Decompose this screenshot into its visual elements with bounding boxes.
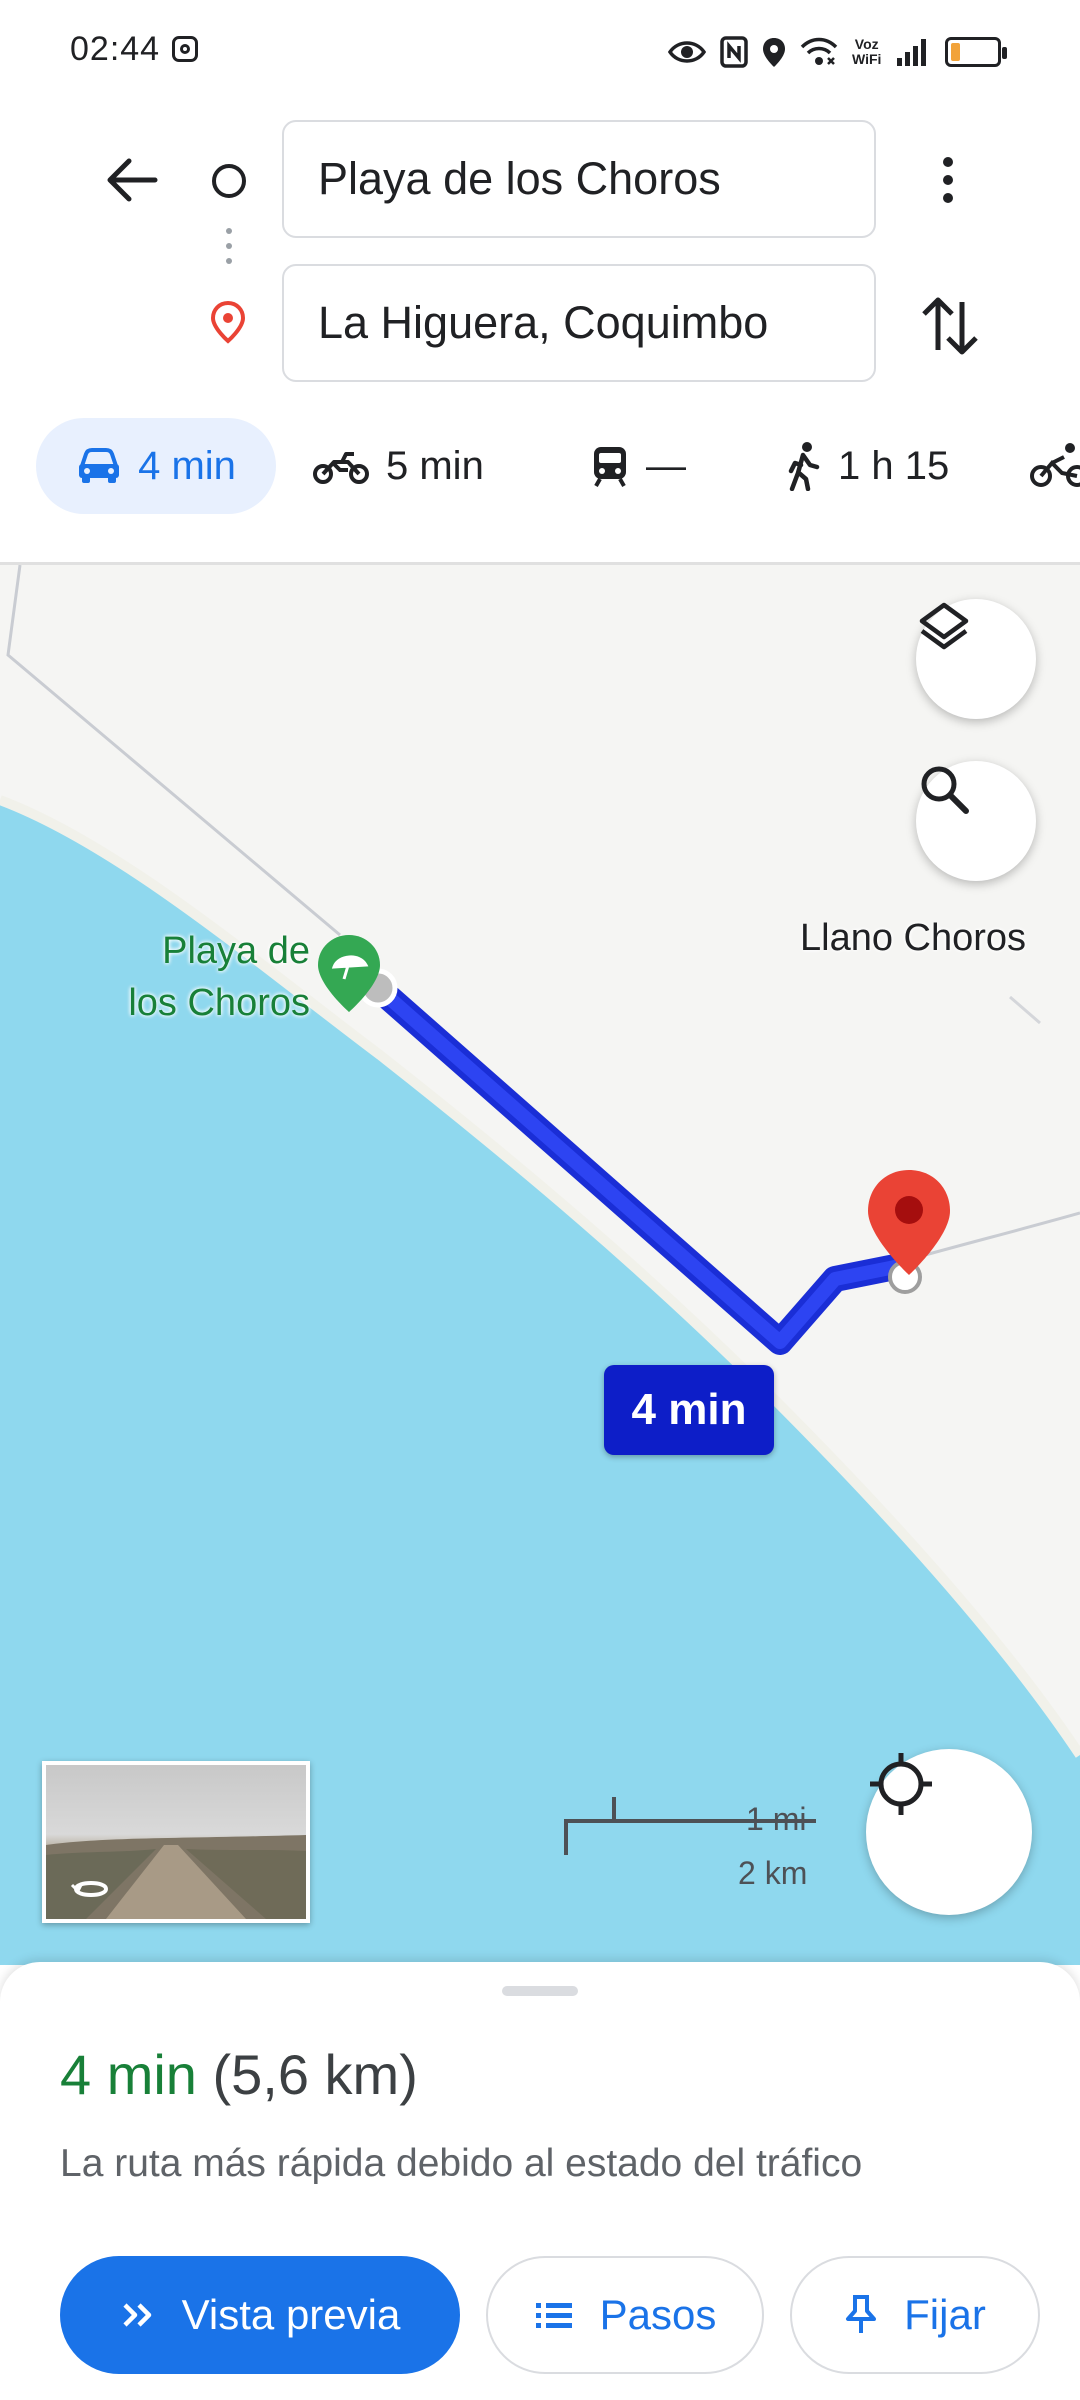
tab-driving-label: 4 min — [138, 443, 236, 488]
car-icon — [79, 448, 120, 483]
travel-mode-tabs: 4 min 5 min — 1 h 15 — [0, 412, 1080, 528]
layers-icon — [919, 602, 969, 650]
place-label-llano-choros[interactable]: Llano Choros — [800, 917, 1026, 960]
instagram-icon — [172, 36, 198, 62]
scale-km-text: 2 km — [738, 1855, 808, 1891]
status-icons: Voz WiFi — [668, 28, 1008, 76]
destination-input[interactable]: La Higuera, Coquimbo — [282, 264, 876, 382]
pushpin-icon — [846, 2295, 877, 2333]
preview-button[interactable]: Vista previa — [60, 2256, 460, 2374]
bottom-sheet: 4 min (5,6 km) La ruta más rápida debido… — [0, 1962, 1080, 2400]
route-duration: 4 min — [60, 2043, 197, 2106]
wifi-label: WiFi — [852, 51, 882, 67]
route-note: La ruta más rápida debido al estado del … — [60, 2142, 863, 2185]
street-view-thumbnail[interactable] — [42, 1761, 310, 1923]
swap-button[interactable] — [916, 290, 984, 362]
preview-button-label: Vista previa — [181, 2291, 401, 2338]
route-time-badge[interactable]: 4 min — [604, 1365, 774, 1455]
street-view-image — [46, 1835, 306, 1919]
tab-walking-label: 1 h 15 — [838, 443, 950, 488]
more-options-button[interactable] — [918, 146, 978, 214]
nfc-icon — [720, 36, 748, 68]
pin-button[interactable]: Fijar — [790, 2256, 1040, 2374]
signal-icon — [897, 39, 927, 66]
scale-label-mi: 1 mi — [700, 1801, 806, 1838]
route-summary: 4 min (5,6 km) — [60, 2042, 418, 2107]
voz-wifi-indicator: Voz WiFi — [852, 37, 881, 67]
tab-motorcycle[interactable]: 5 min — [312, 418, 484, 514]
place-label-playa-de-los-choros[interactable]: Playa de los Choros — [80, 925, 310, 1029]
back-button[interactable] — [96, 148, 168, 212]
scale-label-km: 2 km — [700, 1855, 807, 1892]
origin-input[interactable]: Playa de los Choros — [282, 120, 876, 238]
voz-label: Voz — [854, 36, 879, 52]
wifi-icon — [800, 37, 838, 65]
battery-level — [951, 43, 961, 61]
location-icon — [763, 38, 785, 67]
place-label-line: los Choros — [128, 982, 310, 1024]
tab-walking[interactable]: 1 h 15 — [786, 418, 949, 514]
map-view[interactable]: Llano Choros Playa de los Choros 4 min 1… — [0, 565, 1080, 1965]
search-icon — [921, 766, 969, 814]
tab-transit[interactable]: — — [590, 418, 686, 514]
place-label-line: Playa de — [162, 930, 310, 972]
bicycle-icon — [1030, 443, 1080, 487]
more-vert-icon — [943, 157, 953, 167]
sheet-drag-handle[interactable] — [502, 1986, 578, 1996]
origin-circle-icon — [212, 164, 246, 198]
layers-button[interactable] — [916, 599, 1036, 719]
status-time: 02:44 — [70, 30, 161, 68]
battery-icon — [945, 37, 1008, 67]
status-bar: 02:44 Voz WiFi — [0, 0, 1080, 100]
double-chevron-icon — [123, 2303, 151, 2327]
scale-mi-text: 1 mi — [746, 1801, 807, 1837]
eye-icon — [668, 41, 706, 63]
steps-button[interactable]: Pasos — [486, 2256, 764, 2374]
back-arrow-icon — [107, 158, 158, 202]
destination-pin-icon — [210, 300, 246, 344]
map-search-button[interactable] — [916, 761, 1036, 881]
crosshair-icon — [870, 1753, 932, 1815]
swap-vert-icon — [922, 297, 978, 355]
train-icon — [594, 447, 626, 487]
steps-button-label: Pasos — [599, 2291, 717, 2338]
road-line — [1009, 995, 1041, 1025]
tab-bicycle[interactable] — [1030, 418, 1080, 514]
tab-transit-label: — — [646, 443, 686, 488]
pin-button-label: Fijar — [904, 2291, 986, 2338]
my-location-button[interactable] — [866, 1749, 1032, 1915]
route-connector-dots — [226, 228, 232, 272]
walk-icon — [788, 442, 820, 491]
list-icon — [535, 2303, 572, 2328]
motorcycle-icon — [313, 452, 369, 484]
tab-motorcycle-label: 5 min — [386, 443, 484, 488]
route-distance: (5,6 km) — [212, 2043, 418, 2106]
tab-driving[interactable]: 4 min — [36, 418, 276, 514]
